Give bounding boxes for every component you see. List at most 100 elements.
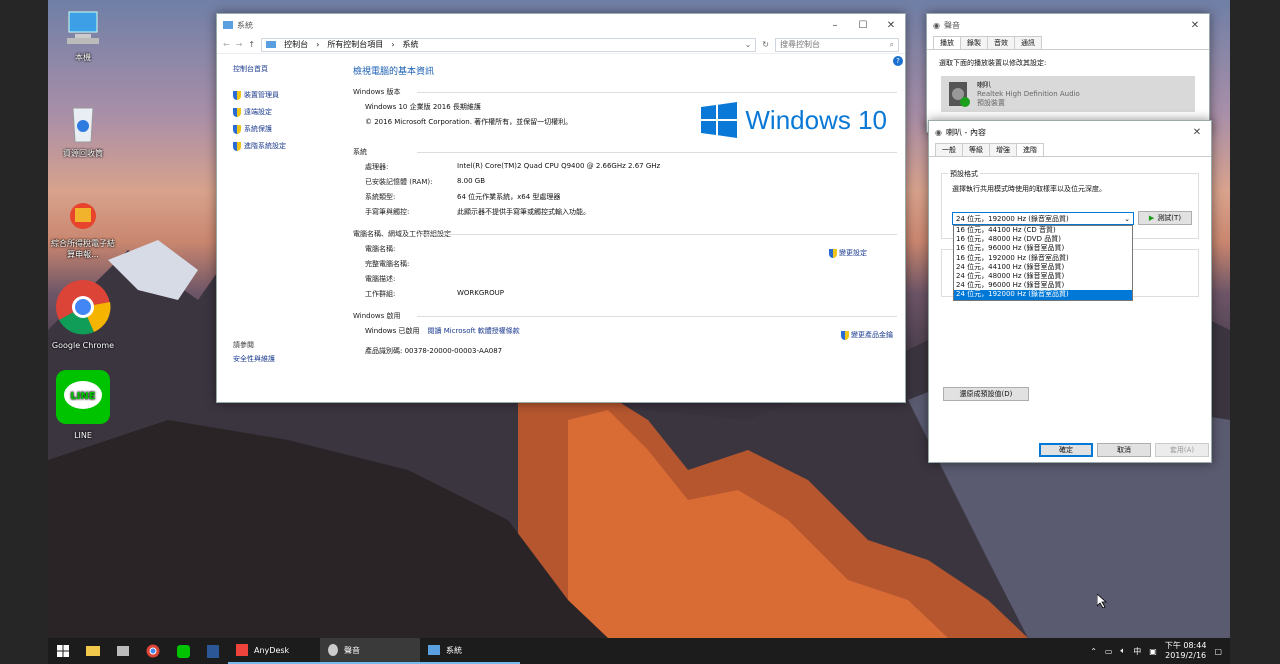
link-label: 變更產品金鑰 <box>851 331 893 339</box>
computer-icon <box>117 646 129 656</box>
maximize-button[interactable]: ☐ <box>849 20 877 31</box>
start-button[interactable] <box>48 638 78 664</box>
dropdown-option[interactable]: 16 位元，96000 Hz (錄音室品質) <box>954 244 1132 253</box>
tab-playback[interactable]: 播放 <box>933 36 961 49</box>
system-titlebar: 系統 – ☐ ✕ <box>217 14 905 36</box>
nav-label: 遠端設定 <box>244 108 272 116</box>
desktop-icon-chrome[interactable]: Google Chrome <box>48 278 118 351</box>
test-button[interactable]: ▶ 測試(T) <box>1138 211 1192 225</box>
taskbar-app-system[interactable]: 系統 <box>420 638 520 664</box>
input-method-icon[interactable]: ▣ <box>1149 647 1157 656</box>
format-select-value: 24 位元，192000 Hz (錄音室品質) <box>956 214 1069 223</box>
restore-defaults-button[interactable]: 還原成預設值(D) <box>943 387 1029 401</box>
section-activation: Windows 啟用 <box>353 311 897 321</box>
breadcrumb[interactable]: 控制台 › 所有控制台項目 › 系統 ⌄ <box>261 37 757 52</box>
forward-arrow-icon[interactable]: → <box>236 40 243 49</box>
sidebar-item-remote-settings[interactable]: 遠端設定 <box>233 107 341 117</box>
chevron-up-icon[interactable]: ⌃ <box>1090 647 1097 656</box>
close-button[interactable]: ✕ <box>877 20 905 31</box>
row-value: Intel(R) Core(TM)2 Quad CPU Q9400 @ 2.66… <box>457 162 661 170</box>
dropdown-option-selected[interactable]: 24 位元，192000 Hz (錄音室品質) <box>954 290 1132 300</box>
desktop-icon-label: 本機 <box>75 53 91 62</box>
notification-icon[interactable]: ▢ <box>1214 647 1222 656</box>
line-taskbar-button[interactable] <box>168 638 198 664</box>
breadcrumb-item[interactable]: 系統 <box>403 39 419 50</box>
dropdown-option[interactable]: 24 位元，48000 Hz (錄音室品質) <box>954 272 1132 281</box>
breadcrumb-separator-icon: › <box>391 40 395 49</box>
desktop-icon-label: 資源回收筒 <box>63 149 103 158</box>
apply-button[interactable]: 套用(A) <box>1155 443 1209 457</box>
computer-row: 完整電腦名稱: <box>365 259 897 269</box>
dropdown-option[interactable]: 16 位元，192000 Hz (錄音室品質) <box>954 254 1132 263</box>
section-system: 系統 <box>353 147 897 157</box>
taskbar-app-label: AnyDesk <box>254 645 290 655</box>
up-arrow-icon[interactable]: ↑ <box>248 40 255 49</box>
row-key: 完整電腦名稱: <box>365 260 410 268</box>
speaker-device-icon <box>949 82 970 107</box>
mouse-cursor-icon <box>1097 594 1107 608</box>
chevron-down-icon[interactable]: ⌄ <box>745 40 752 49</box>
button-label: 測試(T) <box>1157 214 1182 222</box>
ok-button[interactable]: 確定 <box>1039 443 1093 457</box>
desktop-icon-label: 綜合所得稅電子結算申報... <box>51 239 115 259</box>
row-key: 已安裝記憶體 (RAM): <box>365 178 433 186</box>
tab-enhancements[interactable]: 增強 <box>989 143 1017 156</box>
folder-icon <box>86 646 100 656</box>
taskbar-app-anydesk[interactable]: AnyDesk <box>228 638 320 664</box>
refresh-icon[interactable]: ↻ <box>762 40 769 49</box>
sidebar-item-system-protection[interactable]: 系統保護 <box>233 124 341 134</box>
file-explorer-button[interactable] <box>78 638 108 664</box>
device-list-item[interactable]: 喇叭 Realtek High Definition Audio 預設裝置 <box>941 76 1195 112</box>
license-terms-link[interactable]: 閱讀 Microsoft 軟體授權條款 <box>427 326 519 336</box>
minimize-button[interactable]: – <box>821 20 849 31</box>
back-arrow-icon[interactable]: ← <box>223 40 230 49</box>
taskbar-app-sound[interactable]: 聲音 <box>320 638 420 664</box>
desktop-icon-recycle-bin[interactable]: 資源回收筒 <box>48 100 118 159</box>
dropdown-option[interactable]: 16 位元，48000 Hz (DVD 品質) <box>954 235 1132 244</box>
tab-recording[interactable]: 錄製 <box>960 36 988 49</box>
clock[interactable]: 下午 08:44 2019/2/16 <box>1165 641 1207 661</box>
activation-status: Windows 已啟用 <box>365 327 420 335</box>
change-settings-link[interactable]: 變更設定 <box>829 248 867 258</box>
chrome-taskbar-button[interactable] <box>138 638 168 664</box>
tab-communications[interactable]: 通訊 <box>1014 36 1042 49</box>
dropdown-option[interactable]: 24 位元，44100 Hz (錄音室品質) <box>954 263 1132 272</box>
tab-general[interactable]: 一般 <box>935 143 963 156</box>
tab-advanced[interactable]: 進階 <box>1016 143 1044 156</box>
dropdown-option[interactable]: 24 位元，96000 Hz (錄音室品質) <box>954 281 1132 290</box>
row-value: 8.00 GB <box>457 177 486 185</box>
network-icon[interactable]: ▭ <box>1105 647 1113 656</box>
cancel-button[interactable]: 取消 <box>1097 443 1151 457</box>
desktop-icon-label: Google Chrome <box>51 341 115 350</box>
tab-levels[interactable]: 等級 <box>962 143 990 156</box>
row-value: WORKGROUP <box>457 289 505 297</box>
ime-indicator[interactable]: 中 <box>1133 646 1141 657</box>
taskbar-app-button[interactable] <box>108 638 138 664</box>
system-row: 處理器: Intel(R) Core(TM)2 Quad CPU Q9400 @ … <box>365 162 897 172</box>
volume-icon[interactable]: 🔈︎ <box>1120 646 1125 656</box>
desktop-icon-this-pc[interactable]: 本機 <box>48 8 118 63</box>
format-select[interactable]: 24 位元，192000 Hz (錄音室品質) ⌄ <box>952 212 1134 225</box>
change-product-key-link[interactable]: 變更產品金鑰 <box>841 330 893 340</box>
security-maintenance-link[interactable]: 安全性與維護 <box>233 354 275 364</box>
control-panel-icon <box>266 41 277 48</box>
system-icon <box>428 645 440 655</box>
word-taskbar-button[interactable] <box>198 638 228 664</box>
desktop-icon-line[interactable]: LINE LINE <box>48 368 118 441</box>
close-button[interactable]: ✕ <box>1183 127 1211 138</box>
tab-sounds[interactable]: 音效 <box>987 36 1015 49</box>
breadcrumb-item[interactable]: 控制台 <box>284 39 308 50</box>
taskbar: AnyDesk 聲音 系統 ⌃ ▭ 🔈︎ 中 ▣ 下午 08:44 2019/2… <box>48 638 1230 664</box>
sound-window: ◉ 聲音 ✕ 播放 錄製 音效 通訊 選取下面的播放裝置以修改其設定: 喇叭 R… <box>926 13 1210 133</box>
line-icon: LINE <box>56 370 110 424</box>
breadcrumb-item[interactable]: 所有控制台項目 <box>327 39 383 50</box>
desktop-icon-tax-app[interactable]: 綜合所得稅電子結算申報... <box>48 198 118 260</box>
edition-value: Windows 10 企業版 2016 長期維護 <box>365 103 481 111</box>
search-input[interactable]: 搜尋控制台 ⌕ <box>775 37 899 52</box>
sidebar-item-advanced-settings[interactable]: 進階系統設定 <box>233 141 341 151</box>
dropdown-option[interactable]: 16 位元，44100 Hz (CD 音質) <box>954 226 1132 235</box>
control-panel-home-link[interactable]: 控制台首頁 <box>233 64 341 74</box>
close-button[interactable]: ✕ <box>1181 20 1209 31</box>
sidebar-item-device-manager[interactable]: 裝置管理員 <box>233 90 341 100</box>
recycle-bin-icon <box>72 107 94 143</box>
